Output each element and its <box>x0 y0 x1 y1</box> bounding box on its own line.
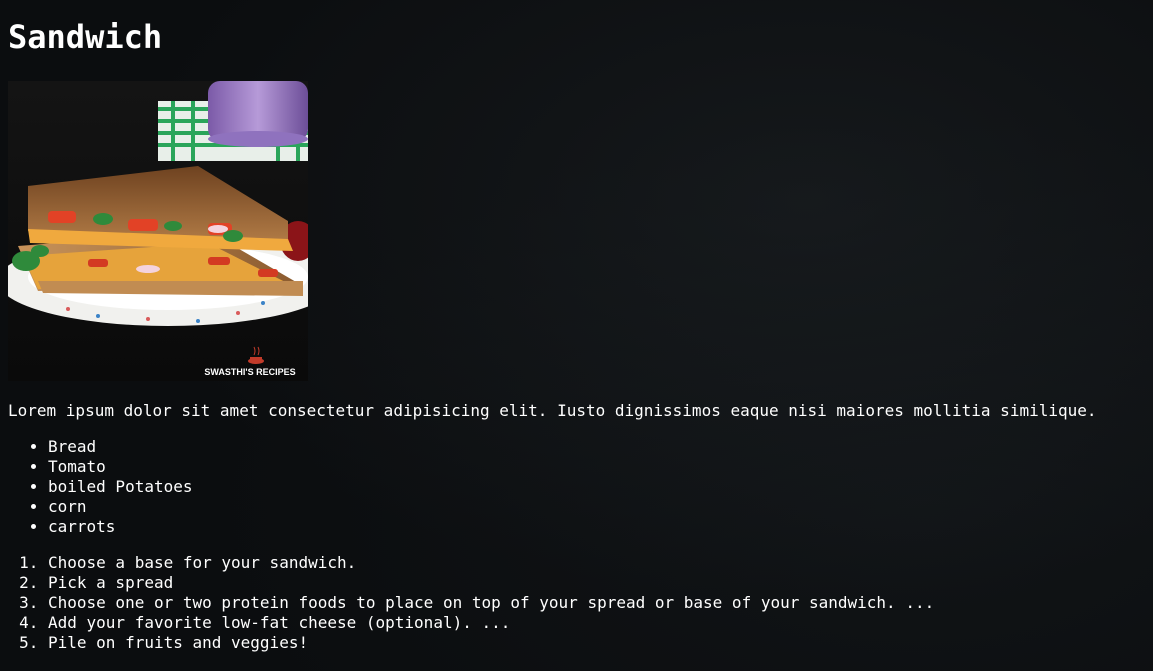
step-item: Pick a spread <box>48 573 934 593</box>
page-title: Sandwich <box>8 18 163 56</box>
ingredient-item: corn <box>48 497 193 517</box>
steps-list: Choose a base for your sandwich. Pick a … <box>8 553 934 653</box>
step-item: Choose one or two protein foods to place… <box>48 593 934 613</box>
sandwich-photo: SWASTHI'S RECIPES <box>8 81 308 381</box>
step-item: Pile on fruits and veggies! <box>48 633 934 653</box>
recipe-description: Lorem ipsum dolor sit amet consectetur a… <box>8 401 1097 420</box>
image-watermark: SWASTHI'S RECIPES <box>204 367 295 377</box>
ingredient-item: Tomato <box>48 457 193 477</box>
ingredients-list: Bread Tomato boiled Potatoes corn carrot… <box>8 437 193 537</box>
step-item: Choose a base for your sandwich. <box>48 553 934 573</box>
ingredient-item: carrots <box>48 517 193 537</box>
step-item: Add your favorite low-fat cheese (option… <box>48 613 934 633</box>
ingredient-item: boiled Potatoes <box>48 477 193 497</box>
ingredient-item: Bread <box>48 437 193 457</box>
